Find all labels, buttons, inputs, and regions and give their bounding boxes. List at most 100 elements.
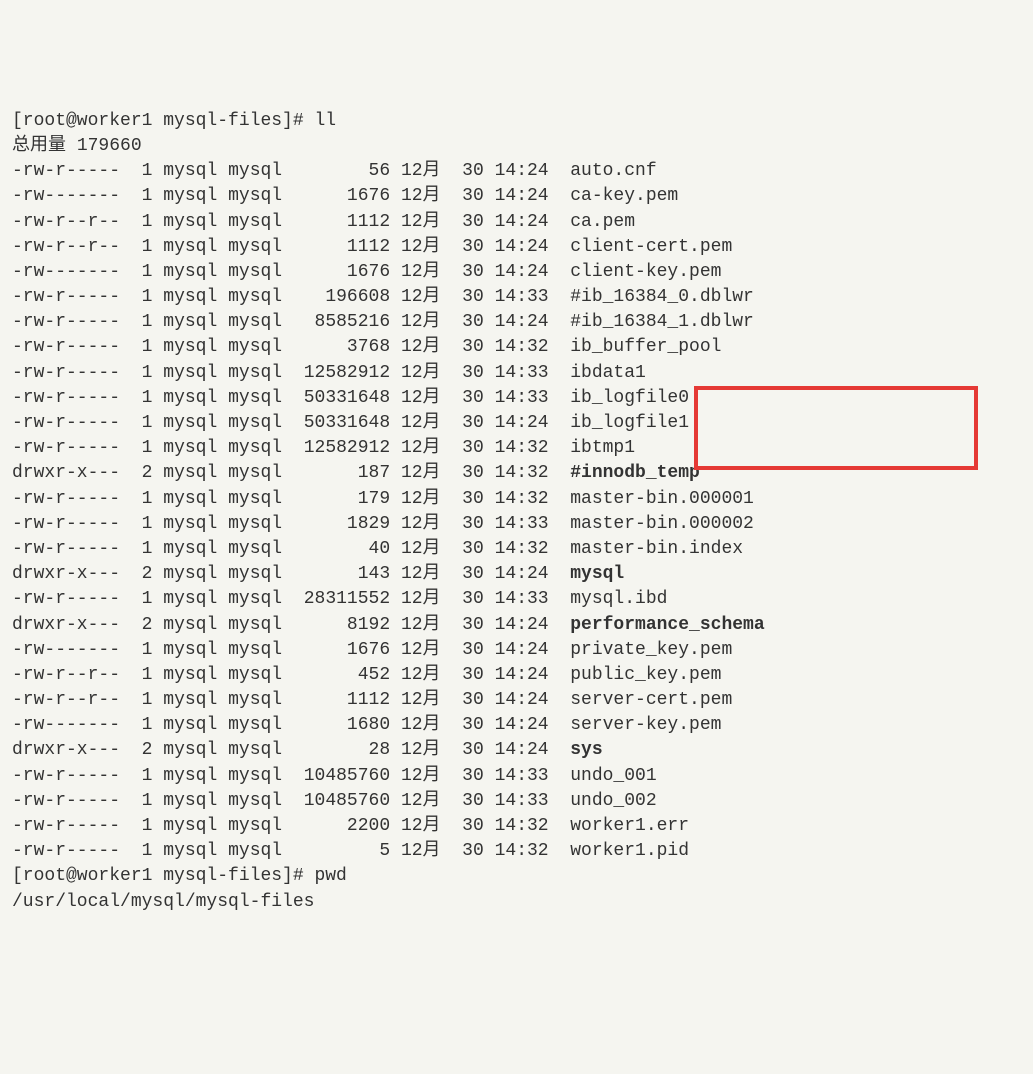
file-time: 14:24: [495, 186, 549, 206]
file-group: mysql: [228, 615, 282, 635]
file-time: 14:33: [495, 363, 549, 383]
file-owner: mysql: [163, 564, 217, 584]
file-day: 30: [451, 312, 483, 332]
file-time: 14:24: [495, 212, 549, 232]
file-time: 14:24: [495, 640, 549, 660]
file-links: 1: [131, 438, 153, 458]
file-row: -rw-r----- 1 mysql mysql 179 12月 30 14:3…: [12, 487, 1021, 512]
file-size: 5: [293, 841, 390, 861]
command: pwd: [314, 866, 346, 886]
prompt-line-1: [root@worker1 mysql-files]# ll: [12, 109, 1021, 134]
file-size: 2200: [293, 816, 390, 836]
file-links: 1: [131, 640, 153, 660]
file-month: 12月: [401, 438, 441, 458]
file-links: 1: [131, 186, 153, 206]
file-day: 30: [451, 564, 483, 584]
file-name: worker1.pid: [570, 841, 689, 861]
file-owner: mysql: [163, 388, 217, 408]
file-group: mysql: [228, 186, 282, 206]
file-size: 10485760: [293, 766, 390, 786]
file-size: 12582912: [293, 363, 390, 383]
file-name: undo_001: [570, 766, 656, 786]
file-row: -rw-r--r-- 1 mysql mysql 1112 12月 30 14:…: [12, 688, 1021, 713]
file-day: 30: [451, 337, 483, 357]
file-time: 14:32: [495, 489, 549, 509]
file-owner: mysql: [163, 363, 217, 383]
file-day: 30: [451, 463, 483, 483]
file-row: -rw-r----- 1 mysql mysql 3768 12月 30 14:…: [12, 335, 1021, 360]
file-day: 30: [451, 363, 483, 383]
file-name: ib_logfile0: [570, 388, 689, 408]
file-name: performance_schema: [570, 615, 764, 635]
file-owner: mysql: [163, 514, 217, 534]
file-links: 1: [131, 791, 153, 811]
file-group: mysql: [228, 816, 282, 836]
file-row: -rw-r----- 1 mysql mysql 28311552 12月 30…: [12, 587, 1021, 612]
file-size: 1676: [293, 186, 390, 206]
file-name: master-bin.index: [570, 539, 743, 559]
file-time: 14:33: [495, 287, 549, 307]
file-permissions: drwxr-x---: [12, 615, 120, 635]
file-name: #ib_16384_0.dblwr: [570, 287, 754, 307]
file-row: -rw-r----- 1 mysql mysql 2200 12月 30 14:…: [12, 814, 1021, 839]
file-row: -rw-r----- 1 mysql mysql 1829 12月 30 14:…: [12, 512, 1021, 537]
file-permissions: -rw-------: [12, 262, 120, 282]
file-links: 1: [131, 816, 153, 836]
file-day: 30: [451, 690, 483, 710]
file-time: 14:24: [495, 564, 549, 584]
file-owner: mysql: [163, 766, 217, 786]
file-time: 14:24: [495, 615, 549, 635]
file-row: drwxr-x--- 2 mysql mysql 143 12月 30 14:2…: [12, 562, 1021, 587]
file-links: 1: [131, 337, 153, 357]
file-owner: mysql: [163, 640, 217, 660]
file-permissions: drwxr-x---: [12, 463, 120, 483]
file-owner: mysql: [163, 161, 217, 181]
file-row: -rw-r----- 1 mysql mysql 10485760 12月 30…: [12, 764, 1021, 789]
file-group: mysql: [228, 262, 282, 282]
file-row: -rw------- 1 mysql mysql 1680 12月 30 14:…: [12, 713, 1021, 738]
file-group: mysql: [228, 363, 282, 383]
file-row: drwxr-x--- 2 mysql mysql 28 12月 30 14:24…: [12, 738, 1021, 763]
file-row: -rw-r----- 1 mysql mysql 40 12月 30 14:32…: [12, 537, 1021, 562]
file-day: 30: [451, 438, 483, 458]
file-owner: mysql: [163, 212, 217, 232]
file-time: 14:32: [495, 438, 549, 458]
file-name: ib_buffer_pool: [570, 337, 721, 357]
file-permissions: -rw-------: [12, 640, 120, 660]
file-month: 12月: [401, 312, 441, 332]
file-size: 3768: [293, 337, 390, 357]
file-permissions: -rw-r-----: [12, 287, 120, 307]
file-links: 1: [131, 690, 153, 710]
file-month: 12月: [401, 615, 441, 635]
file-size: 50331648: [293, 413, 390, 433]
file-name: ibtmp1: [570, 438, 635, 458]
file-day: 30: [451, 161, 483, 181]
file-day: 30: [451, 589, 483, 609]
file-month: 12月: [401, 816, 441, 836]
file-day: 30: [451, 715, 483, 735]
file-row: -rw------- 1 mysql mysql 1676 12月 30 14:…: [12, 638, 1021, 663]
file-row: -rw-r----- 1 mysql mysql 56 12月 30 14:24…: [12, 159, 1021, 184]
file-row: -rw-r----- 1 mysql mysql 12582912 12月 30…: [12, 361, 1021, 386]
file-time: 14:24: [495, 312, 549, 332]
file-size: 187: [293, 463, 390, 483]
file-group: mysql: [228, 337, 282, 357]
prompt-line-2: [root@worker1 mysql-files]# pwd: [12, 864, 1021, 889]
file-permissions: -rw-r--r--: [12, 665, 120, 685]
file-month: 12月: [401, 262, 441, 282]
file-links: 1: [131, 212, 153, 232]
file-owner: mysql: [163, 665, 217, 685]
file-day: 30: [451, 640, 483, 660]
file-group: mysql: [228, 715, 282, 735]
file-name: server-cert.pem: [570, 690, 732, 710]
file-permissions: -rw-r-----: [12, 489, 120, 509]
file-permissions: drwxr-x---: [12, 564, 120, 584]
file-month: 12月: [401, 740, 441, 760]
file-row: -rw-r--r-- 1 mysql mysql 452 12月 30 14:2…: [12, 663, 1021, 688]
file-size: 12582912: [293, 438, 390, 458]
file-time: 14:24: [495, 161, 549, 181]
file-permissions: -rw-r-----: [12, 791, 120, 811]
file-owner: mysql: [163, 463, 217, 483]
file-day: 30: [451, 237, 483, 257]
file-day: 30: [451, 287, 483, 307]
